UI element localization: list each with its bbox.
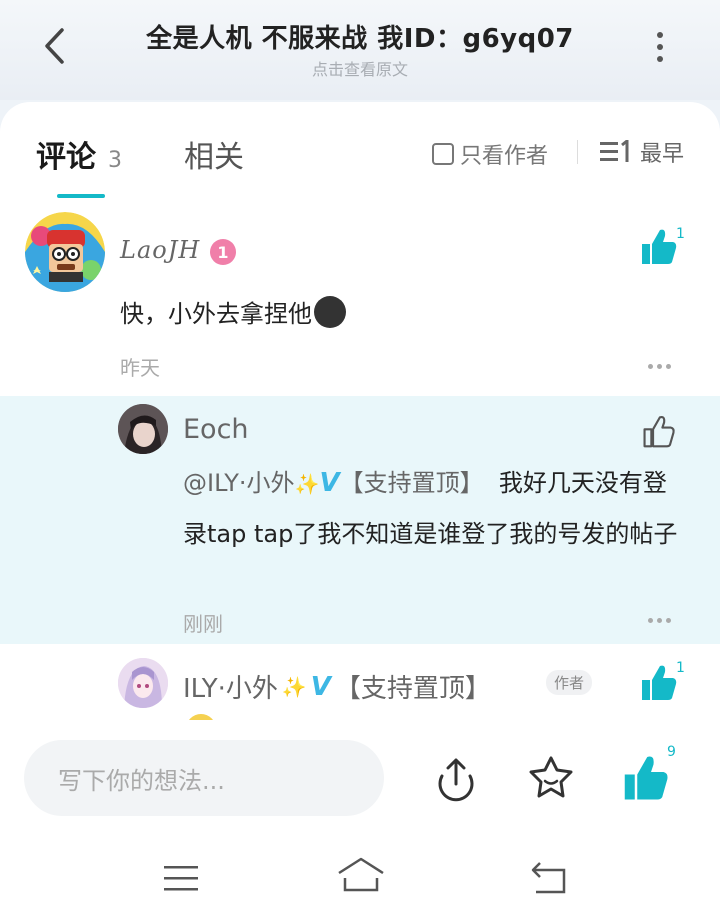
avatar[interactable] xyxy=(118,658,168,708)
user-tag: 【支持置顶】 xyxy=(334,674,491,704)
sparkle-icon: ✨ xyxy=(294,472,320,496)
nav-back-icon[interactable] xyxy=(530,860,570,896)
comment-text-content: 快，小外去拿捏他 xyxy=(120,300,312,328)
more-options-icon[interactable] xyxy=(646,30,674,64)
verified-icon: V xyxy=(310,671,331,702)
verified-icon: V xyxy=(319,468,340,498)
level-badge: 1 xyxy=(210,239,236,265)
reply-time: 刚刚 xyxy=(183,612,223,636)
comment-more-icon[interactable] xyxy=(648,364,671,369)
reply-more-icon[interactable] xyxy=(648,618,671,623)
nav-menu-icon[interactable] xyxy=(162,864,200,894)
comment-username[interactable]: LaoJH xyxy=(120,236,200,264)
tab-related[interactable]: 相关 xyxy=(184,132,244,176)
like-count: 1 xyxy=(676,660,685,676)
mention-link[interactable]: @ILY·小外 xyxy=(183,469,295,497)
divider xyxy=(577,140,578,164)
favorite-star-icon[interactable] xyxy=(526,754,576,802)
comment-time: 昨天 xyxy=(120,356,160,380)
reply-username[interactable]: ILY·小外 xyxy=(183,668,278,705)
like-count: 1 xyxy=(676,226,685,242)
comments-panel: 评论 3 相关 只看作者 最早 LaoJH 1 1 快，小外去拿捏他 昨天 Eo… xyxy=(0,102,720,722)
reply-username-row: ILY·小外 ✨ V 【支持置顶】 xyxy=(183,668,491,705)
avatar[interactable] xyxy=(25,212,105,292)
author-badge: 作者 xyxy=(546,670,593,695)
page-title[interactable]: 全是人机 不服来战 我ID：g6yq07 xyxy=(100,18,620,55)
sparkle-icon: ✨ xyxy=(281,674,307,699)
sort-label: 最早 xyxy=(640,142,685,167)
tab-comments[interactable]: 评论 3 xyxy=(36,132,122,176)
checkbox-icon xyxy=(432,143,454,165)
smirk-emoji-icon xyxy=(314,295,346,328)
active-tab-indicator xyxy=(57,194,105,198)
post-like-count: 9 xyxy=(667,744,676,760)
nav-home-icon[interactable] xyxy=(336,856,386,894)
author-only-label: 只看作者 xyxy=(460,144,549,169)
back-icon[interactable] xyxy=(36,26,72,66)
reply-text: @ILY·小外✨V【支持置顶】 我好几天没有登录tap tap了我不知道是谁登了… xyxy=(183,458,683,559)
sort-toggle[interactable]: 最早 xyxy=(600,136,684,168)
comment-input[interactable]: 写下你的想法... xyxy=(24,740,384,816)
view-original-link[interactable]: 点击查看原文 xyxy=(100,56,620,80)
top-bar: 全是人机 不服来战 我ID：g6yq07 点击查看原文 xyxy=(0,0,720,100)
share-icon[interactable] xyxy=(432,754,480,802)
sort-icon xyxy=(600,140,629,162)
bottom-bar: 写下你的想法... 9 xyxy=(0,720,720,920)
tab-comments-label: 评论 xyxy=(36,140,96,175)
mention-tag: 【支持置顶】 xyxy=(339,469,484,497)
comment-count: 3 xyxy=(108,148,122,173)
reply-username[interactable]: Eoch xyxy=(183,414,249,445)
author-only-toggle[interactable]: 只看作者 xyxy=(432,138,548,170)
like-outline-icon[interactable] xyxy=(642,414,678,450)
comment-text: 快，小外去拿捏他 xyxy=(120,294,346,329)
avatar[interactable] xyxy=(118,404,168,454)
